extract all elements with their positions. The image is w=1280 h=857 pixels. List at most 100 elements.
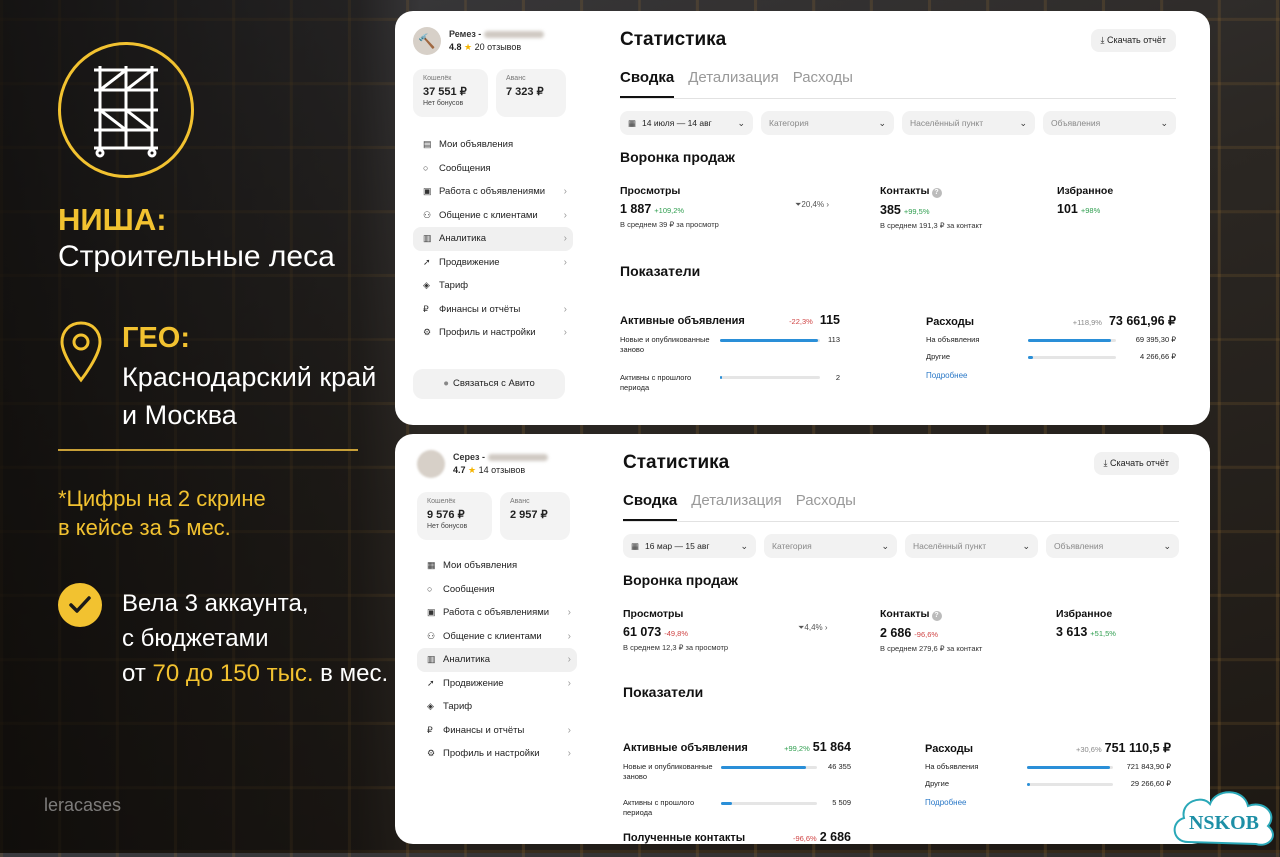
accounts-text: Вела 3 аккаунта, с бюджетами от 70 до 15… (122, 586, 402, 691)
sidebar-item-finance[interactable]: ₽ Финансы и отчёты › (417, 719, 577, 743)
chevron-right-icon: › (567, 654, 571, 666)
wallet-label: Кошелёк (423, 75, 452, 82)
geo-line-2: и Москва (122, 400, 237, 430)
sidebar-item-label: Сообщения (443, 583, 495, 595)
contacts-sub: В среднем 279,6 ₽ за контакт (880, 644, 983, 653)
geo-line-1: Краснодарский край (122, 362, 377, 392)
sidebar-item-finance[interactable]: ₽ Финансы и отчёты › (413, 298, 573, 322)
conversion-badge[interactable]: ⏷4,4% › (798, 623, 828, 633)
tabs: Сводка Детализация Расходы (620, 69, 1176, 99)
sidebar-item-tariff[interactable]: ◈ Тариф (413, 274, 573, 298)
tab-expenses[interactable]: Расходы (796, 492, 856, 521)
sidebar-item-label: Финансы и отчёты (439, 303, 521, 315)
chevron-right-icon: › (826, 200, 829, 209)
wallet-value: 37 551 ₽ (423, 86, 467, 98)
sidebar-item-clients[interactable]: ⚇ Общение с клиентами › (417, 625, 577, 649)
stats-card-1: 🔨 Ремез - 4.8 ★ 20 отзывов Кошелёк 37 551… (395, 11, 1210, 425)
category-filter[interactable]: Категория ⌄ (764, 534, 897, 558)
contacts-sub: В среднем 191,3 ₽ за контакт (880, 221, 983, 230)
sidebar-item-ads-work[interactable]: ▣ Работа с объявлениями › (413, 180, 573, 204)
sidebar-item-analytics[interactable]: ▥ Аналитика › (413, 227, 573, 251)
sidebar-item-messages[interactable]: ○ Сообщения (417, 578, 577, 602)
category-filter[interactable]: Категория ⌄ (761, 111, 894, 135)
accounts-line-1: Вела 3 аккаунта, (122, 590, 309, 617)
contact-avito-label: Связаться с Авито (452, 378, 535, 389)
date-value: 14 июля — 14 авг (642, 118, 712, 128)
chat-bubbles-icon: ● (443, 378, 449, 389)
profile[interactable]: 🔨 Ремез - 4.8 ★ 20 отзывов (413, 25, 573, 57)
sidebar-item-clients[interactable]: ⚇ Общение с клиентами › (413, 204, 573, 228)
users-icon: ⚇ (423, 209, 432, 220)
sidebar-item-my-ads[interactable]: ▤ Мои объявления (413, 133, 573, 157)
sidebar-item-label: Сообщения (439, 162, 491, 174)
calendar-icon: ▦ (631, 540, 640, 551)
download-report-button[interactable]: ⤓ Скачать отчёт (1093, 452, 1179, 475)
sidebar-item-messages[interactable]: ○ Сообщения (413, 157, 573, 181)
views-value: 1 887 (620, 202, 652, 216)
conversion-badge[interactable]: ⏷20,4% › (795, 200, 829, 210)
place-filter[interactable]: Населённый пункт ⌄ (905, 534, 1038, 558)
active-ads-value: 51 864 (812, 740, 851, 754)
tab-expenses[interactable]: Расходы (793, 69, 853, 98)
expenses-row-ads-value: 69 395,30 ₽ (1135, 335, 1176, 344)
date-filter[interactable]: ▦ 16 мар — 15 авг ⌄ (623, 534, 756, 558)
active-ads-delta: -22,3% (789, 317, 813, 326)
tab-details[interactable]: Детализация (691, 492, 782, 521)
ads-filter[interactable]: Объявления ⌄ (1046, 534, 1179, 558)
chart-icon: ▥ (423, 233, 432, 244)
profile-name: Серез - (453, 452, 485, 462)
sidebar-item-profile[interactable]: ⚙ Профиль и настройки › (413, 321, 573, 345)
chevron-down-icon: ⌄ (881, 540, 889, 551)
tab-summary[interactable]: Сводка (620, 69, 675, 98)
chevron-right-icon: › (563, 233, 567, 245)
ads-filter[interactable]: Объявления ⌄ (1043, 111, 1176, 135)
help-icon[interactable]: ? (931, 611, 942, 621)
help-icon[interactable]: ? (931, 188, 942, 198)
sidebar-item-label: Работа с объявлениями (439, 186, 546, 198)
chevron-right-icon: › (563, 209, 567, 221)
advance[interactable]: Аванс 2 957 ₽ (500, 492, 570, 540)
tab-summary[interactable]: Сводка (623, 492, 678, 521)
date-filter[interactable]: ▦ 14 июля — 14 авг ⌄ (620, 111, 753, 135)
sidebar-item-my-ads[interactable]: ▦ Мои объявления (417, 554, 577, 578)
calendar-icon: ▦ (628, 117, 637, 128)
sidebar-item-profile[interactable]: ⚙ Профиль и настройки › (417, 742, 577, 766)
sidebar-item-analytics[interactable]: ▥ Аналитика › (417, 648, 577, 672)
sidebar-item-promotion[interactable]: ➚ Продвижение › (417, 672, 577, 696)
contacts-label: Контакты (880, 608, 930, 620)
advance[interactable]: Аванс 7 323 ₽ (496, 69, 566, 117)
sidebar-item-promotion[interactable]: ➚ Продвижение › (413, 251, 573, 275)
advance-value: 7 323 ₽ (506, 86, 544, 98)
wallet-sub: Нет бонусов (423, 100, 464, 107)
ads-placeholder: Объявления (1054, 541, 1104, 551)
download-report-button[interactable]: ⤓ Скачать отчёт (1090, 29, 1176, 52)
place-filter[interactable]: Населённый пункт ⌄ (902, 111, 1035, 135)
tab-details[interactable]: Детализация (688, 69, 779, 98)
sidebar-item-label: Мои объявления (443, 560, 518, 572)
views-label: Просмотры (620, 185, 681, 197)
more-link[interactable]: Подробнее (925, 798, 967, 807)
profile[interactable]: Серез - 4.7 ★ 14 отзывов (417, 448, 577, 480)
sidebar-item-tariff[interactable]: ◈ Тариф (417, 695, 577, 719)
chevron-right-icon: › (563, 256, 567, 268)
wallet[interactable]: Кошелёк 9 576 ₽ Нет бонусов (417, 492, 492, 540)
download-label: Скачать отчёт (1110, 458, 1169, 468)
contact-avito-button[interactable]: ● Связаться с Авито (413, 368, 565, 399)
contacts-metric: Контакты? 385 +99,5% В среднем 191,3 ₽ за… (880, 185, 982, 230)
sidebar-item-ads-work[interactable]: ▣ Работа с объявлениями › (417, 601, 577, 625)
chat-icon: ○ (423, 163, 429, 174)
reviews: 20 отзывов (474, 42, 522, 52)
document-icon: ▤ (423, 139, 432, 150)
users-icon: ⚇ (427, 630, 436, 641)
contacts-value: 2 686 (880, 626, 912, 640)
map-pin-icon (58, 320, 104, 389)
wallet[interactable]: Кошелёк 37 551 ₽ Нет бонусов (413, 69, 488, 117)
active-ads-block: Активные объявления +99,2% 51 864 Новые и … (623, 740, 851, 844)
tabs: Сводка Детализация Расходы (623, 492, 1179, 522)
star-icon: ★ (468, 465, 477, 475)
sidebar-item-label: Общение с клиентами (443, 630, 542, 642)
advance-label: Аванс (506, 75, 526, 82)
rocket-icon: ➚ (427, 677, 435, 688)
more-link[interactable]: Подробнее (926, 371, 968, 380)
active-row-prev-label: Активны с прошлого периода (620, 373, 692, 392)
